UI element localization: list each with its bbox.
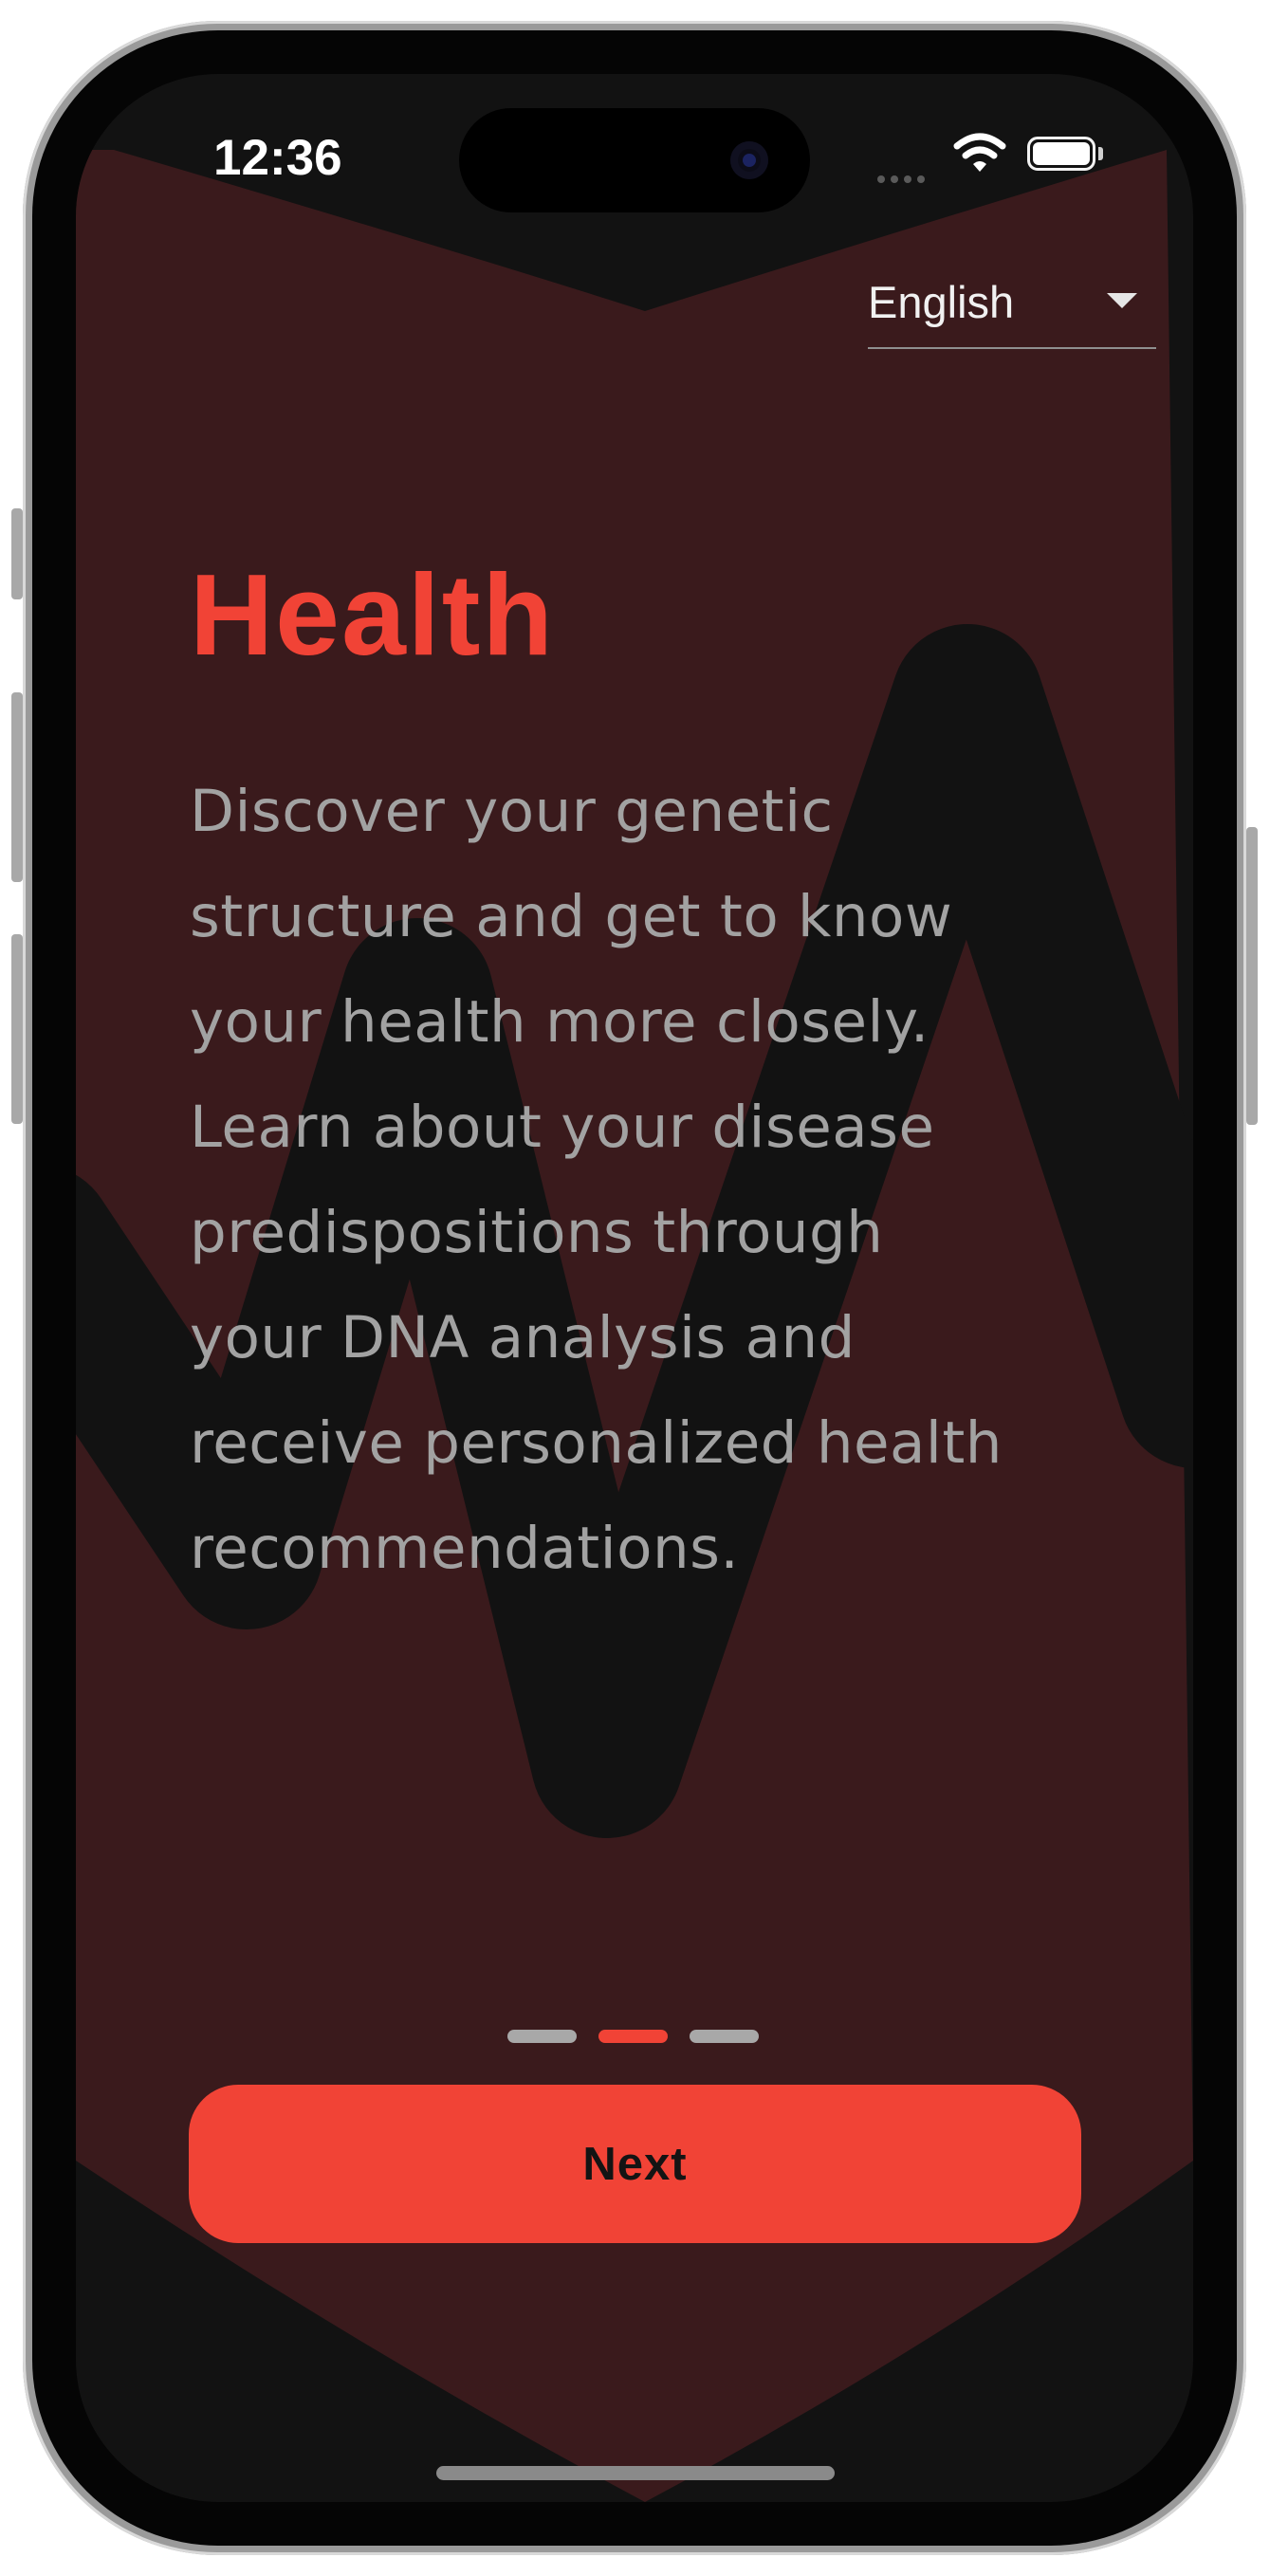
- language-dropdown-label: English: [868, 277, 1015, 327]
- camera-icon: [730, 141, 768, 179]
- description-line: Discover your genetic: [190, 778, 834, 845]
- volume-up-button: [11, 692, 23, 882]
- description-line: recommendations.: [190, 1515, 740, 1582]
- action-button: [11, 508, 23, 599]
- description-line: receive personalized health: [190, 1409, 1003, 1477]
- description-line: your health more closely.: [190, 988, 929, 1056]
- battery-cap: [1098, 147, 1103, 160]
- page-indicator: [507, 2030, 764, 2045]
- page-title: Health: [190, 550, 555, 679]
- page-dot-3[interactable]: [690, 2030, 759, 2043]
- signal-icon: [877, 165, 934, 183]
- status-time: 12:36: [213, 130, 342, 186]
- description-line: your DNA analysis and: [190, 1304, 856, 1371]
- description-text: Discover your genetic structure and get …: [190, 759, 1138, 1601]
- dynamic-island: [459, 108, 810, 212]
- page-dot-1[interactable]: [507, 2030, 577, 2043]
- app-screen: 12:36 English Health Discover your genet…: [76, 74, 1193, 2502]
- description-line: Learn about your disease: [190, 1094, 935, 1161]
- volume-down-button: [11, 934, 23, 1124]
- next-button[interactable]: Next: [189, 2085, 1081, 2243]
- power-button: [1246, 827, 1258, 1125]
- chevron-down-icon: [1107, 293, 1137, 308]
- battery-icon: [1027, 137, 1095, 171]
- page-dot-2[interactable]: [598, 2030, 668, 2043]
- wifi-icon: [953, 133, 1006, 172]
- description-line: structure and get to know: [190, 883, 953, 950]
- language-dropdown[interactable]: English: [868, 274, 1156, 349]
- description-line: predispositions through: [190, 1199, 884, 1266]
- home-indicator[interactable]: [436, 2466, 835, 2480]
